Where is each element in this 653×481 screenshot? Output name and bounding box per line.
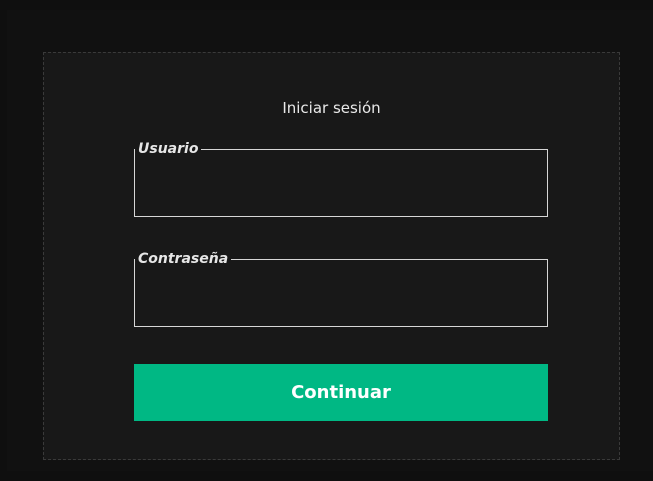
login-panel: Iniciar sesión Usuario Contraseña Contin… bbox=[43, 52, 620, 460]
page-title: Iniciar sesión bbox=[282, 99, 381, 117]
username-input[interactable] bbox=[143, 157, 543, 211]
app-background: Iniciar sesión Usuario Contraseña Contin… bbox=[7, 10, 653, 471]
password-label: Contraseña bbox=[138, 251, 229, 267]
password-field[interactable]: Contraseña bbox=[134, 251, 548, 327]
username-label: Usuario bbox=[138, 141, 199, 157]
username-field[interactable]: Usuario bbox=[134, 141, 548, 217]
password-input[interactable] bbox=[143, 267, 543, 321]
continue-button[interactable]: Continuar bbox=[134, 364, 548, 421]
